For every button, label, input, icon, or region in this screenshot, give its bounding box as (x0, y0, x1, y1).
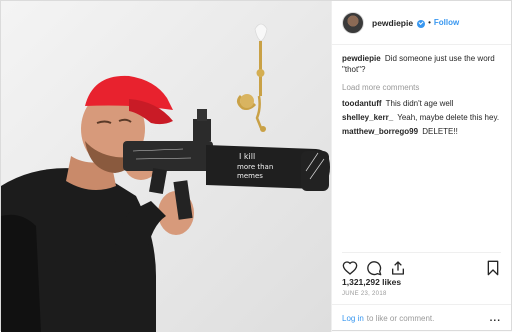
comment-icon[interactable] (366, 260, 382, 276)
comment-item: shelley_kerr_ Yeah, maybe delete this he… (342, 112, 501, 123)
caption: pewdiepie Did someone just use the word … (342, 53, 501, 75)
post-sidebar: pewdiepie • Follow pewdiepie Did someone… (331, 1, 511, 332)
comment-text: Yeah, maybe delete this hey. (397, 113, 500, 122)
comment-username[interactable]: matthew_borrego99 (342, 127, 418, 136)
like-count[interactable]: 1,321,292 likes (342, 277, 401, 287)
login-footer: Log in to like or comment. ... (332, 304, 511, 332)
comment-item: matthew_borrego99 DELETE!! (342, 126, 501, 137)
comments-section: pewdiepie Did someone just use the word … (332, 45, 511, 137)
comment-item: toodantuff This didn't age well (342, 98, 501, 109)
instagram-post-card: I kill more than memes pewdiepie • Follo… (0, 0, 512, 332)
avatar[interactable] (342, 11, 364, 34)
login-prompt: to like or comment. (366, 314, 435, 323)
caption-username[interactable]: pewdiepie (342, 54, 381, 63)
share-icon[interactable] (390, 260, 406, 276)
post-date: JUNE 23, 2018 (342, 291, 387, 297)
gun-text-2: more than (237, 163, 273, 171)
more-options-icon[interactable]: ... (490, 313, 501, 324)
comment-text: This didn't age well (385, 99, 454, 108)
separator-dot: • (428, 18, 431, 27)
post-photo[interactable]: I kill more than memes (1, 1, 331, 332)
comment-username[interactable]: toodantuff (342, 99, 382, 108)
username[interactable]: pewdiepie (372, 18, 413, 28)
login-link[interactable]: Log in (342, 314, 364, 323)
gun-text-3: memes (237, 172, 263, 180)
follow-button[interactable]: Follow (434, 18, 459, 27)
bookmark-icon[interactable] (485, 260, 501, 276)
comment-username[interactable]: shelley_kerr_ (342, 113, 393, 122)
post-header: pewdiepie • Follow (332, 1, 511, 45)
verified-badge-icon (417, 19, 426, 28)
heart-icon[interactable] (342, 260, 358, 276)
load-more-comments-link[interactable]: Load more comments (342, 83, 501, 92)
gun-text-1: I kill (239, 152, 255, 161)
action-bar (342, 252, 501, 276)
comment-text: DELETE!! (422, 127, 458, 136)
photo-illustration: I kill more than memes (1, 1, 331, 332)
